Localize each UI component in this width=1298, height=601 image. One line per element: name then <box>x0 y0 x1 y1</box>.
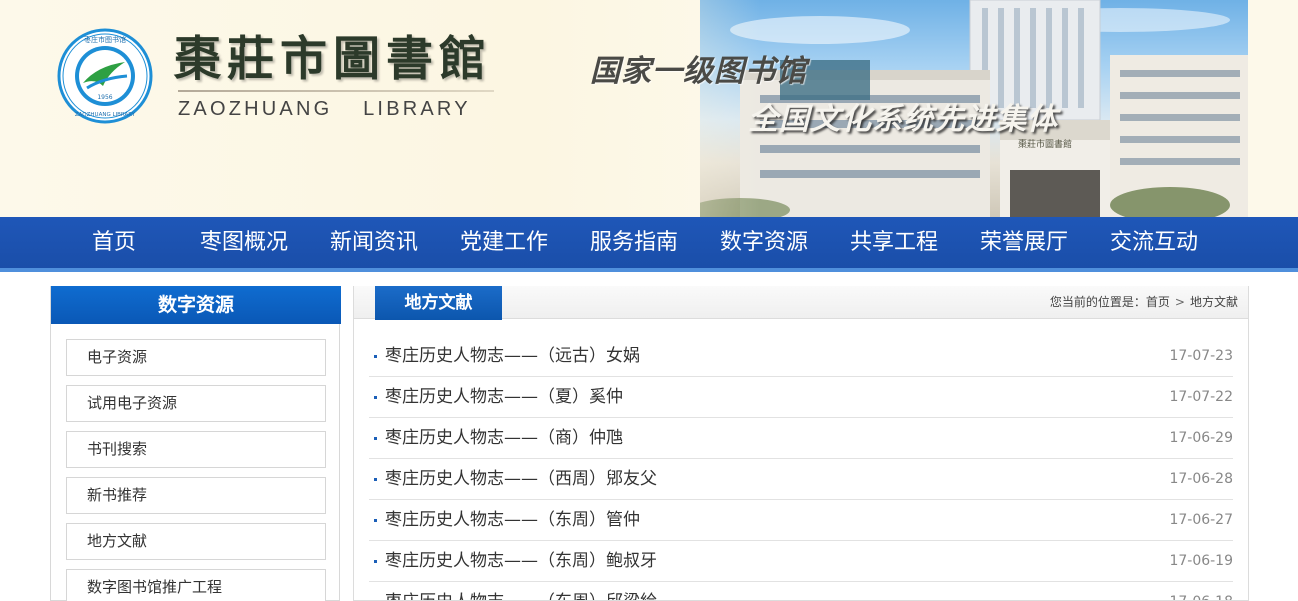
list-item: 枣庄历史人物志——（东周）管仲 17-06-27 <box>369 500 1233 541</box>
article-date: 17-06-18 <box>1169 582 1233 600</box>
article-date: 17-06-28 <box>1169 471 1233 487</box>
library-logo[interactable]: 1956 枣庄市图书馆 ZAOZHUANG LIBRARY <box>57 28 153 124</box>
bullet-icon <box>374 437 377 440</box>
sidebar-item-e-resources[interactable]: 电子资源 <box>66 339 326 376</box>
slogan-advanced-collective: 全国文化系统先进集体 <box>748 102 1058 137</box>
site-header: 棗莊市圖書館 1956 枣庄市图书馆 ZAOZHUANG LIBRARY 棗莊市… <box>0 0 1298 217</box>
site-subtitle: ZAOZHUANG LIBRARY <box>178 98 471 120</box>
content-panel: 地方文献 您当前的位置是：首页 > 地方文献 枣庄历史人物志——（远古）女娲 17-… <box>353 286 1249 601</box>
sidebar-item-digital-library[interactable]: 数字图书馆推广工程 <box>66 569 326 601</box>
article-date: 17-07-22 <box>1169 389 1233 405</box>
tab-local-documents[interactable]: 地方文献 <box>375 286 502 320</box>
nav-item-interact[interactable]: 交流互动 <box>1110 217 1198 268</box>
logo-year: 1956 <box>97 94 112 101</box>
sidebar-heading: 数字资源 <box>51 286 341 324</box>
svg-text:棗莊市圖書館: 棗莊市圖書館 <box>1018 138 1072 150</box>
logo-ring-text: 枣庄市图书馆 <box>84 35 126 44</box>
breadcrumb-current[interactable]: 地方文献 <box>1190 286 1238 319</box>
slogan-national-library: 国家一级图书馆 <box>590 54 807 89</box>
content-header: 地方文献 您当前的位置是：首页 > 地方文献 <box>354 286 1248 320</box>
sidebar-item-local-documents[interactable]: 地方文献 <box>66 523 326 560</box>
breadcrumb-prefix: 您当前的位置是： <box>1049 295 1146 309</box>
sidebar-item-book-search[interactable]: 书刊搜索 <box>66 431 326 468</box>
sidebar-item-new-books[interactable]: 新书推荐 <box>66 477 326 514</box>
list-item: 枣庄历史人物志——（夏）奚仲 17-07-22 <box>369 377 1233 418</box>
nav-item-party[interactable]: 党建工作 <box>460 217 548 268</box>
title-divider <box>178 90 494 92</box>
article-title[interactable]: 枣庄历史人物志——（夏）奚仲 <box>385 377 623 417</box>
breadcrumb-separator: > <box>1174 295 1185 309</box>
article-date: 17-06-27 <box>1169 512 1233 528</box>
article-title[interactable]: 枣庄历史人物志——（西周）郳友父 <box>385 459 657 499</box>
list-item: 枣庄历史人物志——（商）仲虺 17-06-29 <box>369 418 1233 459</box>
nav-item-service[interactable]: 服务指南 <box>590 217 678 268</box>
article-date: 17-06-19 <box>1169 553 1233 569</box>
nav-item-digital[interactable]: 数字资源 <box>720 217 808 268</box>
breadcrumb: 您当前的位置是：首页 > 地方文献 <box>1050 286 1238 319</box>
article-title[interactable]: 枣庄历史人物志——（远古）女娲 <box>385 336 640 376</box>
article-title[interactable]: 枣庄历史人物志——（东周）鲍叔牙 <box>385 541 657 581</box>
nav-item-news[interactable]: 新闻资讯 <box>330 217 418 268</box>
list-item: 枣庄历史人物志——（东周）鲍叔牙 17-06-19 <box>369 541 1233 582</box>
list-item: 枣庄历史人物志——（东周）邱梁絵 17-06-18 <box>369 582 1233 600</box>
article-title[interactable]: 枣庄历史人物志——（东周）管仲 <box>385 500 640 540</box>
nav-item-home[interactable]: 首页 <box>92 217 136 268</box>
article-list: 枣庄历史人物志——（远古）女娲 17-07-23 枣庄历史人物志——（夏）奚仲 … <box>369 336 1233 600</box>
bullet-icon <box>374 560 377 563</box>
bullet-icon <box>374 519 377 522</box>
breadcrumb-home[interactable]: 首页 <box>1146 286 1170 319</box>
sidebar-item-trial-resources[interactable]: 试用电子资源 <box>66 385 326 422</box>
list-item: 枣庄历史人物志——（远古）女娲 17-07-23 <box>369 336 1233 377</box>
main-nav: 首页 枣图概况 新闻资讯 党建工作 服务指南 数字资源 共享工程 荣誉展厅 交流… <box>0 217 1298 272</box>
article-date: 17-06-29 <box>1169 430 1233 446</box>
bullet-icon <box>374 355 377 358</box>
nav-item-sharing[interactable]: 共享工程 <box>850 217 938 268</box>
article-title[interactable]: 枣庄历史人物志——（商）仲虺 <box>385 418 623 458</box>
logo-ring-text-bottom: ZAOZHUANG LIBRARY <box>75 112 136 118</box>
list-item: 枣庄历史人物志——（西周）郳友父 17-06-28 <box>369 459 1233 500</box>
bullet-icon <box>374 478 377 481</box>
article-date: 17-07-23 <box>1169 348 1233 364</box>
nav-item-honors[interactable]: 荣誉展厅 <box>980 217 1068 268</box>
site-title: 棗莊市圖書館 <box>174 32 492 87</box>
nav-item-about[interactable]: 枣图概况 <box>200 217 288 268</box>
article-title[interactable]: 枣庄历史人物志——（东周）邱梁絵 <box>385 582 657 600</box>
sidebar: 数字资源 电子资源 试用电子资源 书刊搜索 新书推荐 地方文献 数字图书馆推广工… <box>50 286 341 601</box>
bullet-icon <box>374 396 377 399</box>
